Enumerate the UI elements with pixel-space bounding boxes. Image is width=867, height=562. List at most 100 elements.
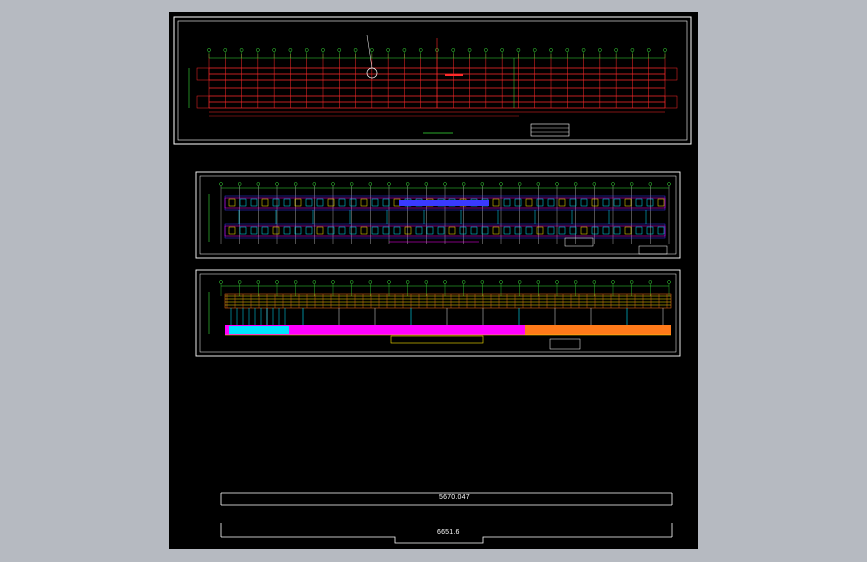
axis-bubble — [536, 280, 541, 284]
girder-panel — [547, 226, 555, 235]
axis-bubble — [405, 182, 410, 186]
axis-bubble — [304, 48, 309, 52]
girder-panel — [294, 226, 302, 235]
axis-bubble — [573, 182, 578, 186]
girder-panel — [228, 198, 236, 207]
axis-bubble — [272, 48, 276, 52]
girder-panel — [360, 226, 368, 235]
sheet2-title-block — [638, 245, 668, 255]
axis-bubble — [484, 48, 488, 52]
axis-bubble — [629, 280, 634, 284]
girder-panel — [272, 198, 280, 207]
girder-panel — [283, 198, 291, 207]
axis-bubble — [532, 48, 537, 52]
axis-bubble — [387, 280, 391, 284]
drawing-sheet[interactable]: 5670.047 6651.6 — [169, 12, 698, 549]
axis-bubble — [223, 48, 228, 52]
dim-line-lower — [221, 536, 672, 544]
girder-panel — [250, 198, 258, 207]
girder-panel — [635, 198, 643, 207]
girder-panel — [547, 198, 555, 207]
girder-panel — [426, 226, 434, 235]
axis-bubble — [386, 48, 390, 52]
axis-bubble — [424, 182, 429, 186]
girder-panel — [349, 226, 357, 235]
axis-bubble — [555, 182, 559, 186]
sheet1-inner-frame — [177, 20, 688, 141]
axis-bubble — [331, 280, 335, 284]
girder-panel — [305, 226, 313, 235]
girder-panel — [591, 198, 599, 207]
girder-panel — [580, 198, 588, 207]
axis-bubble — [368, 280, 373, 284]
axis-bubble — [611, 280, 615, 284]
girder-panel — [448, 226, 456, 235]
axis-bubble — [480, 280, 485, 284]
cad-viewport[interactable]: 5670.047 6651.6 — [0, 0, 867, 562]
girder-panel — [602, 198, 610, 207]
girder-panel — [657, 226, 665, 235]
girder-highlight — [399, 200, 489, 206]
axis-bubble — [402, 48, 407, 52]
axis-bubble — [237, 182, 242, 186]
girder-panel — [360, 198, 368, 207]
plan-view-sheet[interactable] — [173, 16, 692, 145]
girder-panel — [514, 226, 522, 235]
girder-panel — [536, 198, 544, 207]
axis-bubble — [480, 182, 485, 186]
axis-bubble — [451, 48, 456, 52]
axis-bubble — [555, 280, 559, 284]
axis-bubble — [312, 280, 317, 284]
axis-bubble — [275, 280, 279, 284]
girder-panel — [558, 226, 566, 235]
axis-bubble — [443, 182, 447, 186]
girder-panel — [536, 226, 544, 235]
axis-bubble — [517, 280, 522, 284]
girder-panel — [250, 226, 258, 235]
axis-bubble — [321, 48, 325, 52]
axis-bubble — [536, 182, 541, 186]
axis-bubble — [219, 182, 223, 186]
plan-end-bay-right — [664, 95, 678, 109]
axis-bubble — [667, 182, 671, 186]
axis-bubble — [667, 280, 671, 284]
axis-bubble — [614, 48, 618, 52]
girder-panel — [525, 226, 533, 235]
axis-bubble — [549, 48, 553, 52]
axis-bubble — [288, 48, 293, 52]
girder-panel — [371, 226, 379, 235]
girder-panel — [613, 226, 621, 235]
axis-bubble — [368, 182, 373, 186]
axis-bubble — [331, 182, 335, 186]
sheet1-outer-frame — [173, 16, 692, 145]
girder-panel — [228, 226, 236, 235]
axis-bubble — [312, 182, 317, 186]
girder-panel — [569, 198, 577, 207]
girder-panel — [349, 198, 357, 207]
girder-panel — [382, 226, 390, 235]
girder-panel — [294, 198, 302, 207]
axis-bubble — [461, 182, 466, 186]
axis-bubble — [405, 280, 410, 284]
girder-panel — [514, 198, 522, 207]
elevation-base-accent — [229, 326, 289, 334]
axis-bubble — [663, 48, 667, 52]
elevation-view-sheet[interactable] — [195, 269, 681, 357]
girder-panel — [316, 198, 324, 207]
girder-panel — [624, 226, 632, 235]
girder-panel — [503, 226, 511, 235]
section-view-sheet[interactable] — [195, 171, 681, 259]
girder-panel — [503, 198, 511, 207]
section-grid — [208, 182, 671, 244]
axis-bubble — [418, 48, 423, 52]
axis-bubble — [207, 48, 211, 52]
plan-end-bay-left — [196, 95, 210, 109]
axis-bubble — [598, 48, 602, 52]
girder-panel — [261, 226, 269, 235]
overall-width-upper-label: 5670.047 — [439, 494, 470, 501]
girder-panel — [646, 198, 654, 207]
girder-panel — [481, 226, 489, 235]
axis-bubble — [256, 280, 261, 284]
girder-panel — [470, 226, 478, 235]
girder-panel — [492, 198, 500, 207]
